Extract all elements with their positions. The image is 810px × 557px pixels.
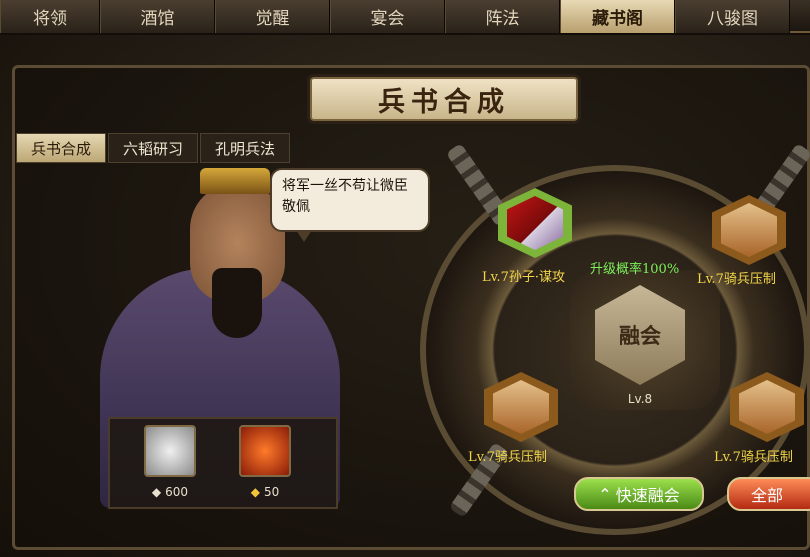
subtab-liutao-study[interactable]: 六韬研习 bbox=[108, 133, 199, 163]
all-button-label: 全部 bbox=[751, 486, 784, 505]
tab-eight-horses[interactable]: 八骏图 bbox=[675, 0, 790, 33]
book-slot-label: Lv.7骑兵压制 bbox=[697, 272, 776, 287]
tab-formation[interactable]: 阵法 bbox=[445, 0, 560, 33]
silver-item-icon bbox=[144, 425, 196, 477]
fire-cost-value: 50 bbox=[263, 485, 280, 499]
fusion-result-level: Lv.8 bbox=[627, 392, 653, 406]
cost-silver[interactable]: ◆ 600 bbox=[140, 425, 200, 499]
gold-ingot-icon: ◆ bbox=[250, 485, 260, 499]
book-icon bbox=[507, 196, 563, 250]
tab-tavern[interactable]: 酒馆 bbox=[100, 0, 215, 33]
cavalry-scroll-icon bbox=[739, 380, 795, 434]
cavalry-scroll-icon bbox=[721, 203, 777, 257]
book-slot-label: Lv.7骑兵压制 bbox=[468, 450, 547, 465]
all-button[interactable]: 全部 bbox=[727, 477, 810, 511]
advisor-beard bbox=[212, 268, 262, 338]
speech-bubble: 将军一丝不苟让微臣敬佩 bbox=[270, 168, 430, 242]
quick-fuse-button[interactable]: ⌃ 快速融会 bbox=[574, 477, 704, 511]
success-rate: 升级概率100% bbox=[590, 262, 680, 277]
subtab-kongming-tactics[interactable]: 孔明兵法 bbox=[200, 133, 291, 163]
cavalry-scroll-icon bbox=[493, 380, 549, 434]
up-arrow-icon: ⌃ bbox=[598, 484, 612, 504]
tab-awaken[interactable]: 觉醒 bbox=[215, 0, 330, 33]
silver-ingot-icon: ◆ bbox=[151, 485, 162, 499]
book-slot-label: Lv.7骑兵压制 bbox=[714, 450, 793, 465]
cost-panel: ◆ 600 ◆ 50 bbox=[108, 417, 338, 509]
advisor-crown-icon bbox=[200, 168, 270, 194]
tab-generals[interactable]: 将领 bbox=[0, 0, 100, 33]
subtab-book-fusion[interactable]: 兵书合成 bbox=[16, 133, 107, 163]
subtab-bar: 兵书合成 六韬研习 孔明兵法 bbox=[16, 133, 292, 163]
page-title: 兵书合成 bbox=[310, 77, 578, 121]
top-tab-bar: 将领 酒馆 觉醒 宴会 阵法 藏书阁 八骏图 bbox=[0, 0, 810, 33]
book-slot-label: Lv.7孙子·谋攻 bbox=[482, 270, 565, 285]
silver-cost-value: 600 bbox=[165, 485, 189, 499]
cost-fire[interactable]: ◆ 50 bbox=[235, 425, 295, 499]
tab-library[interactable]: 藏书阁 bbox=[560, 0, 675, 33]
tab-banquet[interactable]: 宴会 bbox=[330, 0, 445, 33]
fire-item-icon bbox=[239, 425, 291, 477]
quick-fuse-label: 快速融会 bbox=[615, 486, 680, 505]
